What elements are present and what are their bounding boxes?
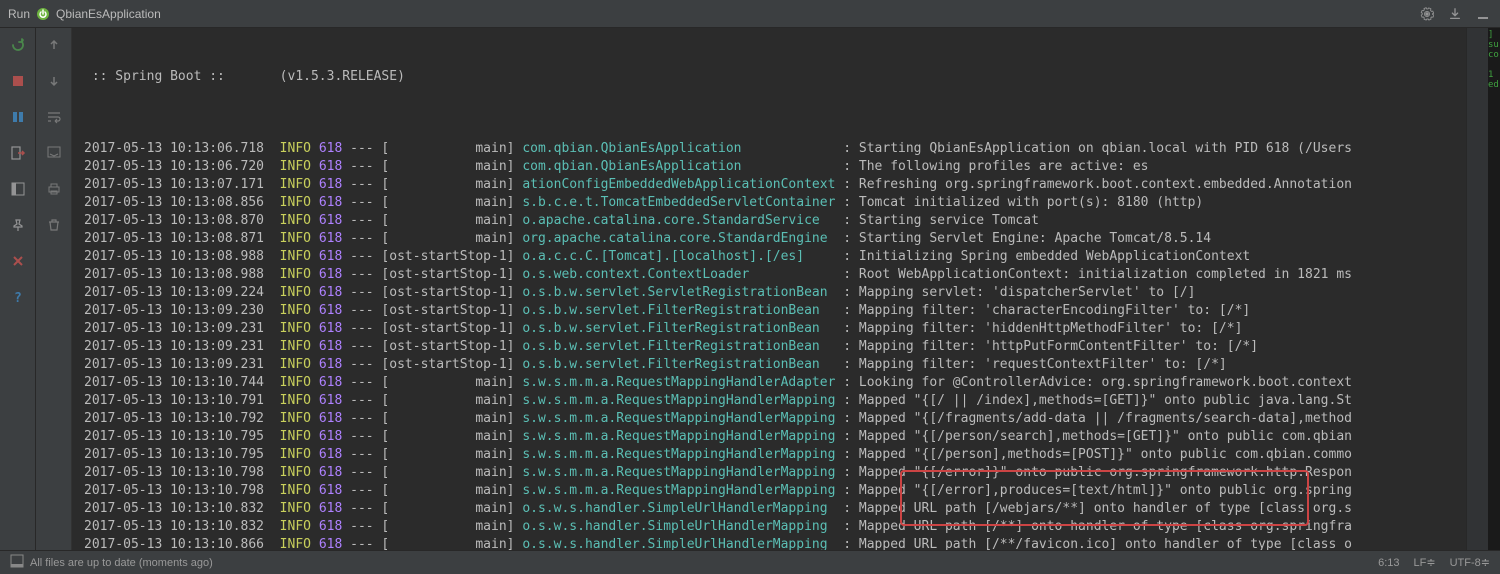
layout-icon[interactable] <box>7 178 29 200</box>
log-line: 2017-05-13 10:13:08.988 INFO 618 --- [os… <box>84 266 1458 284</box>
pause-icon[interactable] <box>7 106 29 128</box>
log-line: 2017-05-13 10:13:10.744 INFO 618 --- [ m… <box>84 374 1458 392</box>
left-gutter-2 <box>36 28 72 550</box>
spring-banner: :: Spring Boot :: (v1.5.3.RELEASE) <box>84 68 1458 86</box>
cursor-position[interactable]: 6:13 <box>1378 557 1399 569</box>
pin-icon[interactable] <box>7 214 29 236</box>
log-line: 2017-05-13 10:13:08.870 INFO 618 --- [ m… <box>84 212 1458 230</box>
log-line: 2017-05-13 10:13:10.832 INFO 618 --- [ m… <box>84 500 1458 518</box>
scrollbar-gutter[interactable] <box>1466 28 1488 550</box>
log-line: 2017-05-13 10:13:09.231 INFO 618 --- [os… <box>84 356 1458 374</box>
minimize-icon[interactable] <box>1474 5 1492 23</box>
log-line: 2017-05-13 10:13:08.988 INFO 618 --- [os… <box>84 248 1458 266</box>
log-line: 2017-05-13 10:13:10.795 INFO 618 --- [ m… <box>84 428 1458 446</box>
exit-icon[interactable] <box>7 142 29 164</box>
log-line: 2017-05-13 10:13:10.798 INFO 618 --- [ m… <box>84 464 1458 482</box>
right-editor-sliver: ] su co 1 ed <box>1488 28 1500 550</box>
log-line: 2017-05-13 10:13:10.798 INFO 618 --- [ m… <box>84 482 1458 500</box>
console-output[interactable]: :: Spring Boot :: (v1.5.3.RELEASE) 2017-… <box>72 28 1466 550</box>
run-config-name: QbianEsApplication <box>56 7 161 21</box>
log-line: 2017-05-13 10:13:06.720 INFO 618 --- [ m… <box>84 158 1458 176</box>
log-line: 2017-05-13 10:13:10.832 INFO 618 --- [ m… <box>84 518 1458 536</box>
main-area: ? :: Spring Boot :: (v1.5.3.RELEASE) 201… <box>0 28 1500 550</box>
log-line: 2017-05-13 10:13:09.231 INFO 618 --- [os… <box>84 320 1458 338</box>
status-left: All files are up to date (moments ago) <box>10 554 1378 571</box>
log-line: 2017-05-13 10:13:09.230 INFO 618 --- [os… <box>84 302 1458 320</box>
status-right: 6:13 LF≑ UTF-8≑ <box>1378 556 1490 569</box>
run-tool-window-header: Run QbianEsApplication <box>0 0 1500 28</box>
log-line: 2017-05-13 10:13:10.795 INFO 618 --- [ m… <box>84 446 1458 464</box>
download-icon[interactable] <box>1446 5 1464 23</box>
help-icon[interactable]: ? <box>7 286 29 308</box>
scroll-to-end-icon[interactable] <box>43 142 65 164</box>
rerun-icon[interactable] <box>7 34 29 56</box>
spring-boot-icon <box>36 7 50 21</box>
trash-icon[interactable] <box>43 214 65 236</box>
gear-icon[interactable] <box>1418 5 1436 23</box>
up-arrow-icon[interactable] <box>43 34 65 56</box>
left-gutter-1: ? <box>0 28 36 550</box>
svg-text:?: ? <box>14 291 22 304</box>
header-left: Run QbianEsApplication <box>8 7 1412 21</box>
header-right <box>1418 5 1492 23</box>
soft-wrap-icon[interactable] <box>43 106 65 128</box>
down-arrow-icon[interactable] <box>43 70 65 92</box>
line-separator[interactable]: LF≑ <box>1414 556 1436 569</box>
log-line: 2017-05-13 10:13:09.224 INFO 618 --- [os… <box>84 284 1458 302</box>
print-icon[interactable] <box>43 178 65 200</box>
tool-window-toggle-icon[interactable] <box>10 554 24 571</box>
log-line: 2017-05-13 10:13:07.171 INFO 618 --- [ m… <box>84 176 1458 194</box>
log-line: 2017-05-13 10:13:08.856 INFO 618 --- [ m… <box>84 194 1458 212</box>
status-message: All files are up to date (moments ago) <box>30 557 213 569</box>
run-label: Run <box>8 7 30 21</box>
log-line: 2017-05-13 10:13:10.791 INFO 618 --- [ m… <box>84 392 1458 410</box>
log-line: 2017-05-13 10:13:06.718 INFO 618 --- [ m… <box>84 140 1458 158</box>
log-line: 2017-05-13 10:13:10.866 INFO 618 --- [ m… <box>84 536 1458 550</box>
stop-icon[interactable] <box>7 70 29 92</box>
log-line: 2017-05-13 10:13:10.792 INFO 618 --- [ m… <box>84 410 1458 428</box>
close-icon[interactable] <box>7 250 29 272</box>
log-line: 2017-05-13 10:13:08.871 INFO 618 --- [ m… <box>84 230 1458 248</box>
log-line: 2017-05-13 10:13:09.231 INFO 618 --- [os… <box>84 338 1458 356</box>
file-encoding[interactable]: UTF-8≑ <box>1450 556 1490 569</box>
status-bar: All files are up to date (moments ago) 6… <box>0 550 1500 574</box>
